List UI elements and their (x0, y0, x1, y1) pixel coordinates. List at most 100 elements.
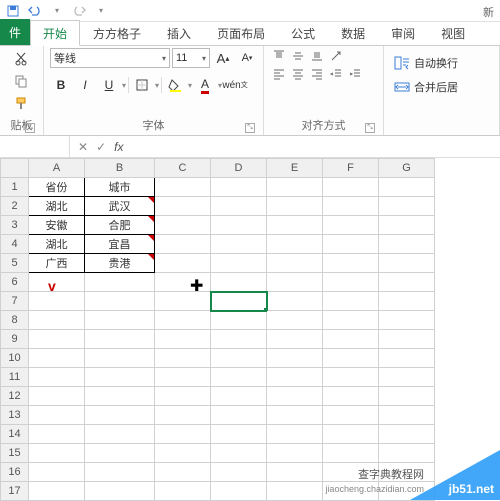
fx-icon[interactable]: fx (114, 140, 123, 154)
cell[interactable] (323, 425, 379, 444)
tab-file[interactable]: 件 (0, 19, 30, 45)
cell[interactable] (155, 197, 211, 216)
row-header[interactable]: 8 (1, 311, 29, 330)
cell[interactable] (267, 311, 323, 330)
cell[interactable]: 湖北 (29, 235, 85, 254)
cell[interactable]: 城市 (85, 178, 155, 197)
cell[interactable] (85, 292, 155, 311)
cell[interactable] (29, 406, 85, 425)
cell[interactable] (323, 197, 379, 216)
cell[interactable] (379, 311, 435, 330)
cell[interactable] (323, 311, 379, 330)
cell[interactable] (29, 311, 85, 330)
undo-icon[interactable] (28, 4, 42, 18)
cell[interactable] (29, 273, 85, 292)
bold-button[interactable]: B (50, 75, 72, 95)
cell[interactable] (267, 197, 323, 216)
cell[interactable]: 湖北 (29, 197, 85, 216)
row-header[interactable]: 16 (1, 463, 29, 482)
cell[interactable] (29, 425, 85, 444)
align-top-button[interactable] (270, 48, 288, 64)
col-header-C[interactable]: C (155, 159, 211, 178)
cell[interactable] (29, 444, 85, 463)
cell[interactable] (155, 368, 211, 387)
align-left-button[interactable] (270, 66, 288, 82)
cell[interactable] (211, 292, 267, 311)
col-header-F[interactable]: F (323, 159, 379, 178)
font-name-select[interactable]: 等线▾ (50, 48, 170, 68)
font-launcher-icon[interactable]: ⤡ (245, 123, 255, 133)
col-header-E[interactable]: E (267, 159, 323, 178)
font-size-select[interactable]: 11▾ (172, 48, 210, 68)
cell[interactable] (29, 387, 85, 406)
cell[interactable] (29, 368, 85, 387)
clipboard-launcher-icon[interactable]: ⤡ (25, 123, 35, 133)
align-right-button[interactable] (308, 66, 326, 82)
cut-icon[interactable] (14, 52, 30, 68)
cell[interactable]: 武汉 (85, 197, 155, 216)
cell[interactable]: 宜昌 (85, 235, 155, 254)
cell[interactable] (155, 216, 211, 235)
cell[interactable] (379, 330, 435, 349)
font-color-button[interactable]: A (194, 75, 216, 95)
align-launcher-icon[interactable]: ⤡ (365, 123, 375, 133)
tab-3[interactable]: 页面布局 (204, 20, 278, 45)
shrink-font-button[interactable]: A▾ (236, 48, 258, 68)
cell[interactable] (211, 311, 267, 330)
cell[interactable] (211, 273, 267, 292)
cell[interactable] (379, 235, 435, 254)
cell[interactable] (379, 178, 435, 197)
row-header[interactable]: 13 (1, 406, 29, 425)
cell[interactable] (85, 349, 155, 368)
cell[interactable] (323, 444, 379, 463)
cell[interactable] (85, 463, 155, 482)
cell[interactable] (211, 330, 267, 349)
cell[interactable] (155, 178, 211, 197)
grow-font-button[interactable]: A▴ (212, 48, 234, 68)
redo-icon[interactable] (72, 4, 86, 18)
underline-button[interactable]: U (98, 75, 120, 95)
cell[interactable] (85, 387, 155, 406)
save-icon[interactable] (6, 4, 20, 18)
cell[interactable]: 安徽 (29, 216, 85, 235)
merge-center-button[interactable]: 合并后居 (390, 76, 462, 98)
cell[interactable] (379, 368, 435, 387)
cell[interactable] (323, 406, 379, 425)
row-header[interactable]: 1 (1, 178, 29, 197)
cell[interactable] (211, 235, 267, 254)
cell[interactable] (211, 406, 267, 425)
cell[interactable] (379, 197, 435, 216)
copy-icon[interactable] (14, 74, 30, 90)
cell[interactable]: 省份 (29, 178, 85, 197)
cell[interactable] (267, 444, 323, 463)
cell[interactable] (155, 311, 211, 330)
cell[interactable] (211, 368, 267, 387)
wrap-text-button[interactable]: 自动换行 (390, 52, 462, 74)
name-box[interactable] (0, 136, 70, 158)
cell[interactable] (155, 235, 211, 254)
indent-inc-button[interactable] (346, 66, 364, 82)
cell[interactable] (379, 406, 435, 425)
cell[interactable] (155, 349, 211, 368)
orientation-button[interactable] (327, 48, 345, 64)
cancel-icon[interactable]: ✕ (78, 140, 88, 154)
cell[interactable] (323, 254, 379, 273)
cell[interactable] (267, 178, 323, 197)
cell[interactable] (267, 330, 323, 349)
cell[interactable] (379, 387, 435, 406)
tab-0[interactable]: 开始 (30, 20, 80, 46)
row-header[interactable]: 15 (1, 444, 29, 463)
cell[interactable] (155, 463, 211, 482)
cell[interactable] (379, 425, 435, 444)
row-header[interactable]: 7 (1, 292, 29, 311)
row-header[interactable]: 9 (1, 330, 29, 349)
cell[interactable] (155, 254, 211, 273)
cell[interactable] (323, 216, 379, 235)
cell[interactable]: 贵港 (85, 254, 155, 273)
cell[interactable] (379, 254, 435, 273)
cell[interactable] (267, 368, 323, 387)
row-header[interactable]: 3 (1, 216, 29, 235)
tab-5[interactable]: 数据 (328, 20, 378, 45)
cell[interactable] (85, 406, 155, 425)
cell[interactable] (155, 330, 211, 349)
